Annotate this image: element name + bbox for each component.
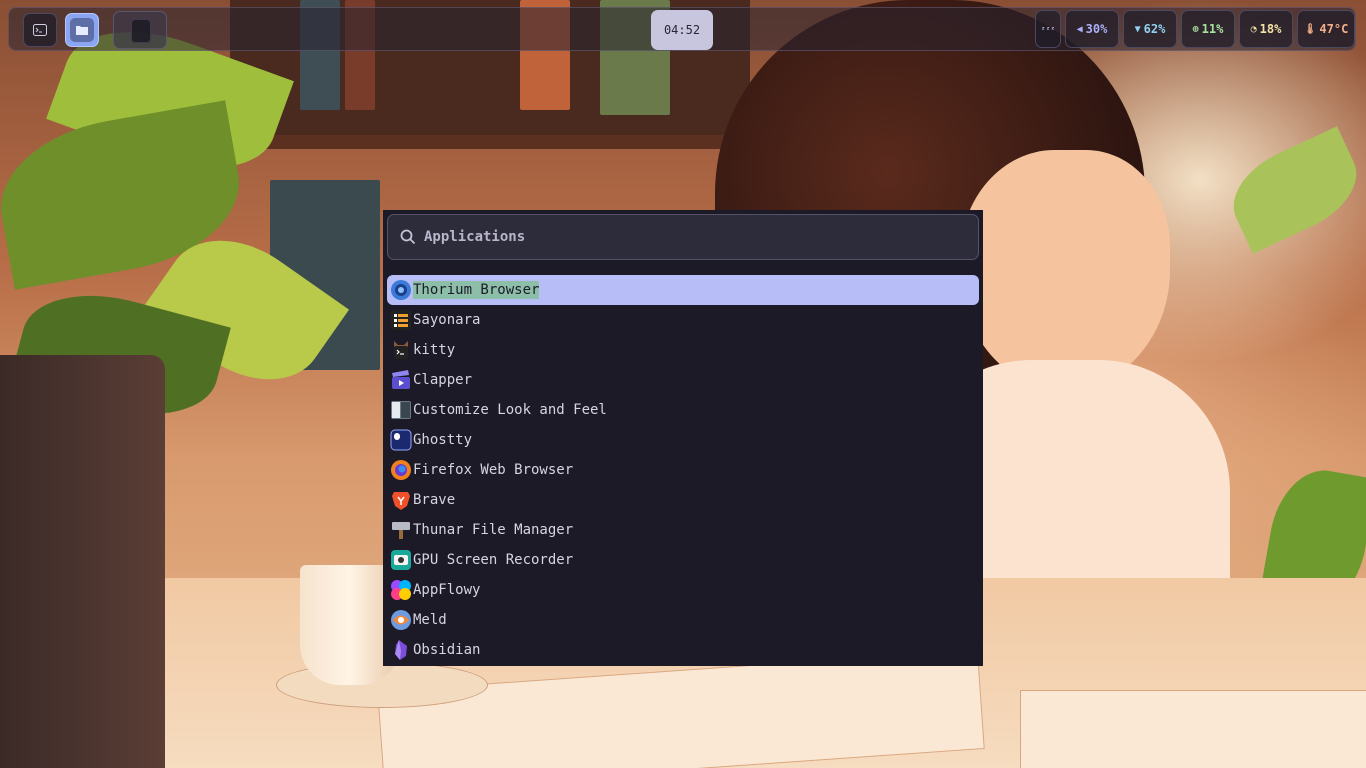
app-item-thunar[interactable]: Thunar File Manager (387, 515, 979, 545)
brave-icon (392, 492, 410, 510)
thermometer-icon: 🌡 (1303, 23, 1317, 35)
folder-icon (76, 26, 88, 35)
kitty-icon (394, 341, 408, 359)
sayonara-icon (391, 310, 411, 330)
appearance-icon (391, 401, 411, 419)
app-item-obsidian[interactable]: Obsidian (387, 635, 979, 665)
temperature-value: 47°C (1319, 22, 1349, 36)
ghostty-icon (390, 429, 412, 451)
top-bar: 04:52 ᶻᶻᶻ ◀ 30% ▼ 62% ⊕ 11% ◔ 18% 🌡 47°C (8, 7, 1356, 51)
app-item-kitty[interactable]: kitty (387, 335, 979, 365)
memory-indicator[interactable]: ◔ 18% (1239, 10, 1293, 48)
workspace-switcher (19, 11, 107, 49)
wifi-icon: ▼ (1134, 23, 1141, 35)
clock[interactable]: 04:52 (651, 10, 713, 50)
app-item-brave[interactable]: Brave (387, 485, 979, 515)
app-label: Ghostty (413, 432, 473, 448)
files-workspace-button[interactable] (65, 13, 99, 47)
memory-value: 18% (1259, 22, 1282, 36)
terminal-workspace-button[interactable] (23, 13, 57, 47)
sleep-icon: ᶻᶻᶻ (1040, 24, 1056, 34)
firefox-icon (391, 460, 411, 480)
app-label: Brave (413, 492, 456, 508)
temperature-indicator[interactable]: 🌡 47°C (1297, 10, 1355, 48)
app-item-appflowy[interactable]: AppFlowy (387, 575, 979, 605)
app-item-ghostty[interactable]: Ghostty (387, 425, 979, 455)
app-label: Sayonara (413, 312, 481, 328)
app-item-clapper[interactable]: Clapper (387, 365, 979, 395)
wifi-value: 62% (1143, 22, 1166, 36)
app-label: Customize Look and Feel (413, 402, 607, 418)
volume-indicator[interactable]: ◀ 30% (1065, 10, 1119, 48)
app-item-customize-look[interactable]: Customize Look and Feel (387, 395, 979, 425)
volume-value: 30% (1085, 22, 1108, 36)
app-launcher: Applications Thorium Browser Sayonara ki… (383, 210, 983, 666)
app-item-meld[interactable]: Meld (387, 605, 979, 635)
app-item-firefox[interactable]: Firefox Web Browser (387, 455, 979, 485)
app-label: AppFlowy (413, 582, 481, 598)
app-label: Thunar File Manager (413, 522, 574, 538)
gauge-icon: ◔ (1250, 23, 1257, 35)
laptop (0, 355, 165, 768)
speaker-icon: ◀ (1076, 23, 1083, 35)
app-label: kitty (413, 342, 456, 358)
app-label: Thorium Browser (413, 281, 540, 299)
wifi-indicator[interactable]: ▼ 62% (1123, 10, 1177, 48)
notebook (1020, 690, 1366, 768)
cpu-indicator[interactable]: ⊕ 11% (1181, 10, 1235, 48)
app-label: Firefox Web Browser (413, 462, 574, 478)
search-placeholder: Applications (424, 229, 526, 245)
obsidian-icon (395, 640, 407, 660)
terminal-icon (33, 24, 47, 36)
window-slot-icon (131, 19, 151, 43)
gpu-recorder-icon (391, 550, 411, 570)
meld-icon (391, 610, 411, 630)
thunar-icon (392, 522, 410, 539)
app-label: Obsidian (413, 642, 481, 658)
thorium-icon (391, 280, 411, 300)
girl-face (960, 150, 1170, 390)
shelf-board (230, 135, 750, 149)
plant-leaf (1219, 126, 1366, 254)
app-item-gpu-recorder[interactable]: GPU Screen Recorder (387, 545, 979, 575)
cpu-icon: ⊕ (1192, 23, 1199, 35)
app-label: GPU Screen Recorder (413, 552, 574, 568)
idle-inhibitor[interactable]: ᶻᶻᶻ (1035, 10, 1061, 48)
app-item-thorium[interactable]: Thorium Browser (387, 275, 979, 305)
cpu-value: 11% (1201, 22, 1224, 36)
appflowy-icon (391, 580, 411, 600)
search-icon (400, 229, 416, 245)
clapper-icon (392, 370, 410, 389)
app-item-sayonara[interactable]: Sayonara (387, 305, 979, 335)
open-window-indicator[interactable] (113, 11, 167, 49)
app-label: Clapper (413, 372, 473, 388)
app-list: Thorium Browser Sayonara kitty Clapper C… (387, 275, 979, 665)
search-input[interactable]: Applications (387, 214, 979, 260)
app-label: Meld (413, 612, 447, 628)
